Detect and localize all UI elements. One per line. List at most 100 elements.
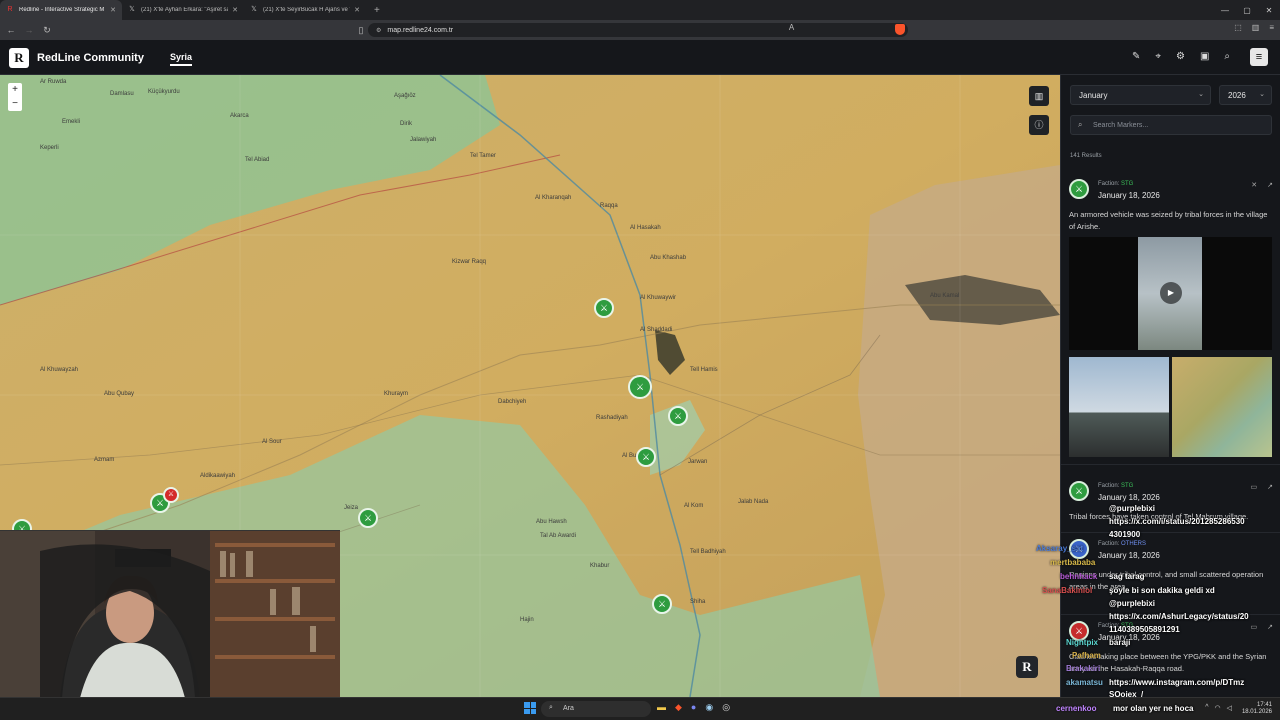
x-favicon-icon: 𝕏 bbox=[251, 6, 257, 13]
steam-icon[interactable]: ◉ bbox=[705, 702, 713, 713]
marker-search-input[interactable]: ⌕ Search Markers... bbox=[1070, 115, 1272, 135]
location-pin-icon[interactable]: ⌖ bbox=[1155, 51, 1161, 62]
place-label: Shiha bbox=[690, 599, 706, 605]
place-label: Al Sour bbox=[262, 439, 282, 445]
card-photo[interactable] bbox=[1069, 357, 1169, 457]
extensions-icon[interactable]: ⬚ bbox=[1234, 23, 1242, 32]
redline-logo[interactable]: R bbox=[9, 48, 29, 68]
chat-icon[interactable]: ▭ bbox=[1251, 483, 1258, 491]
chevron-up-icon[interactable]: ^ bbox=[1205, 704, 1208, 712]
chevron-down-icon: ⌄ bbox=[1259, 91, 1265, 98]
settings-gear-icon[interactable]: ⚙ bbox=[1176, 51, 1185, 62]
event-marker[interactable]: ⚔ bbox=[636, 447, 656, 467]
browser-tab-x-1[interactable]: 𝕏 (21) X'te Ayhan Erkara: "Aşiret savaş … bbox=[122, 0, 244, 20]
event-marker[interactable]: ⚔ bbox=[652, 594, 672, 614]
app-title[interactable]: RedLine Community bbox=[37, 52, 144, 64]
faction-marker-icon: ⚔ bbox=[1069, 179, 1089, 199]
browser-tab-x-2[interactable]: 𝕏 (21) X'te SeyirBucak H Ajans ve "Suri … bbox=[244, 0, 366, 20]
region-tab-syria[interactable]: Syria bbox=[170, 52, 193, 66]
brave-shield-icon[interactable] bbox=[895, 24, 905, 35]
menu-icon[interactable]: ≡ bbox=[1269, 23, 1274, 32]
place-label: Jarwan bbox=[688, 459, 708, 465]
marker-card[interactable]: ⚔ Faction: STG January 18, 2026 ✕ ↗ An a… bbox=[1061, 175, 1280, 465]
brave-browser-icon[interactable]: ◆ bbox=[675, 702, 682, 713]
close-tab-icon[interactable]: ✕ bbox=[354, 6, 360, 14]
chat-message: 4301900 bbox=[1109, 530, 1141, 539]
external-link-icon[interactable]: ↗ bbox=[1267, 483, 1273, 491]
search-icon: ⌕ bbox=[549, 704, 553, 711]
year-select[interactable]: 2026 ⌄ bbox=[1219, 85, 1272, 105]
place-label: Abu Qubay bbox=[104, 391, 135, 397]
camera-icon[interactable]: ▣ bbox=[1200, 51, 1209, 62]
play-icon[interactable]: ▶ bbox=[1160, 282, 1182, 304]
card-map-snapshot[interactable] bbox=[1172, 357, 1272, 457]
zoom-in-button[interactable]: + bbox=[8, 83, 22, 97]
event-marker[interactable]: ⚔ bbox=[358, 508, 378, 528]
close-tab-icon[interactable]: ✕ bbox=[232, 6, 238, 14]
clock[interactable]: 17:41 18.01.2026 bbox=[1242, 702, 1272, 716]
discord-icon[interactable]: ● bbox=[691, 702, 696, 713]
browser-tab-bar: R Redline - Interactive Strategic M ✕ 𝕏 … bbox=[0, 0, 1280, 20]
chat-username: Nightpix bbox=[1066, 638, 1098, 647]
close-icon[interactable]: ✕ bbox=[1251, 181, 1257, 189]
window-controls: — ▢ ✕ bbox=[1214, 0, 1280, 20]
place-label: Abu Khashab bbox=[650, 255, 687, 261]
event-marker[interactable]: ⚔ bbox=[668, 406, 688, 426]
taskbar-search[interactable]: ⌕ Ara bbox=[541, 701, 651, 717]
bookmark-icon[interactable]: ▯ bbox=[354, 25, 368, 36]
new-tab-icon[interactable]: + bbox=[374, 5, 380, 16]
place-label: Dirik bbox=[400, 121, 412, 127]
place-label: Tel Abiad bbox=[245, 157, 270, 163]
event-marker-red[interactable]: ⚔ bbox=[163, 487, 179, 503]
clock-time: 17:41 bbox=[1256, 702, 1272, 708]
close-window-icon[interactable]: ✕ bbox=[1258, 6, 1280, 15]
place-label: Khuraym bbox=[384, 391, 409, 397]
system-tray: ^ ◠ ◁ bbox=[1205, 704, 1232, 712]
back-icon[interactable]: ← bbox=[4, 25, 18, 35]
chevron-down-icon: ⌄ bbox=[1198, 91, 1204, 98]
map-info-button[interactable]: ⓘ bbox=[1029, 115, 1049, 135]
month-select[interactable]: January ⌄ bbox=[1070, 85, 1211, 105]
translate-icon[interactable]: A bbox=[789, 23, 794, 32]
chat-username: Pafham bbox=[1072, 651, 1101, 660]
place-label: Tell Hamis bbox=[690, 367, 718, 373]
place-label: Aşağıöz bbox=[394, 93, 416, 99]
place-label: Jalab Nada bbox=[738, 499, 769, 505]
file-explorer-icon[interactable]: ▬ bbox=[657, 702, 666, 713]
taskbar-apps: ▬ ◆ ● ◉ ◎ bbox=[657, 702, 730, 713]
search-icon: ⌕ bbox=[1078, 120, 1083, 129]
place-label: Al Shaddadi bbox=[640, 327, 673, 333]
zoom-out-button[interactable]: − bbox=[8, 97, 22, 111]
event-marker-selected[interactable]: ⚔ bbox=[628, 375, 652, 399]
search-icon[interactable]: ⌕ bbox=[1224, 51, 1230, 62]
main-menu-button[interactable]: ≡ bbox=[1250, 48, 1268, 66]
sidebar-icon[interactable]: ▥ bbox=[1252, 23, 1260, 32]
wifi-icon[interactable]: ◠ bbox=[1215, 704, 1221, 712]
obs-icon[interactable]: ◎ bbox=[722, 702, 730, 713]
browser-tab-redline[interactable]: R Redline - Interactive Strategic M ✕ bbox=[0, 0, 122, 20]
place-label: Azmam bbox=[94, 457, 115, 463]
maximize-icon[interactable]: ▢ bbox=[1236, 6, 1258, 15]
close-tab-icon[interactable]: ✕ bbox=[110, 6, 116, 14]
minimize-icon[interactable]: — bbox=[1214, 6, 1236, 15]
pen-tool-icon[interactable]: ✎ bbox=[1132, 51, 1140, 62]
browser-address-bar: ← → ↻ ▯ ⚙ map.redline24.com.tr A ⬚ ▥ ≡ bbox=[0, 20, 1280, 40]
map-layers-button[interactable]: ▥ bbox=[1029, 86, 1049, 106]
forward-icon[interactable]: → bbox=[22, 25, 36, 35]
chat-username: SanaBakiniol bbox=[1042, 586, 1093, 595]
chat-message: şöyle bi son dakika geldi xd bbox=[1109, 586, 1215, 595]
site-info-icon[interactable]: ⚙ bbox=[376, 27, 381, 34]
external-link-icon[interactable]: ↗ bbox=[1267, 181, 1273, 189]
tab-title: Redline - Interactive Strategic M bbox=[19, 7, 105, 13]
card-video[interactable]: ▶ bbox=[1069, 237, 1272, 350]
event-marker[interactable]: ⚔ bbox=[594, 298, 614, 318]
place-label: Aldikaawiyah bbox=[200, 473, 236, 479]
webcam-image bbox=[0, 531, 340, 697]
place-label: Rashadiyah bbox=[596, 415, 628, 421]
tab-title: (21) X'te SeyirBucak H Ajans ve "Suri bbox=[263, 7, 350, 13]
reload-icon[interactable]: ↻ bbox=[40, 25, 54, 36]
start-button-icon[interactable] bbox=[524, 702, 536, 714]
chat-username: mertbababa bbox=[1050, 558, 1096, 567]
volume-icon[interactable]: ◁ bbox=[1227, 704, 1232, 712]
card-actions: ✕ ↗ bbox=[1251, 181, 1273, 189]
